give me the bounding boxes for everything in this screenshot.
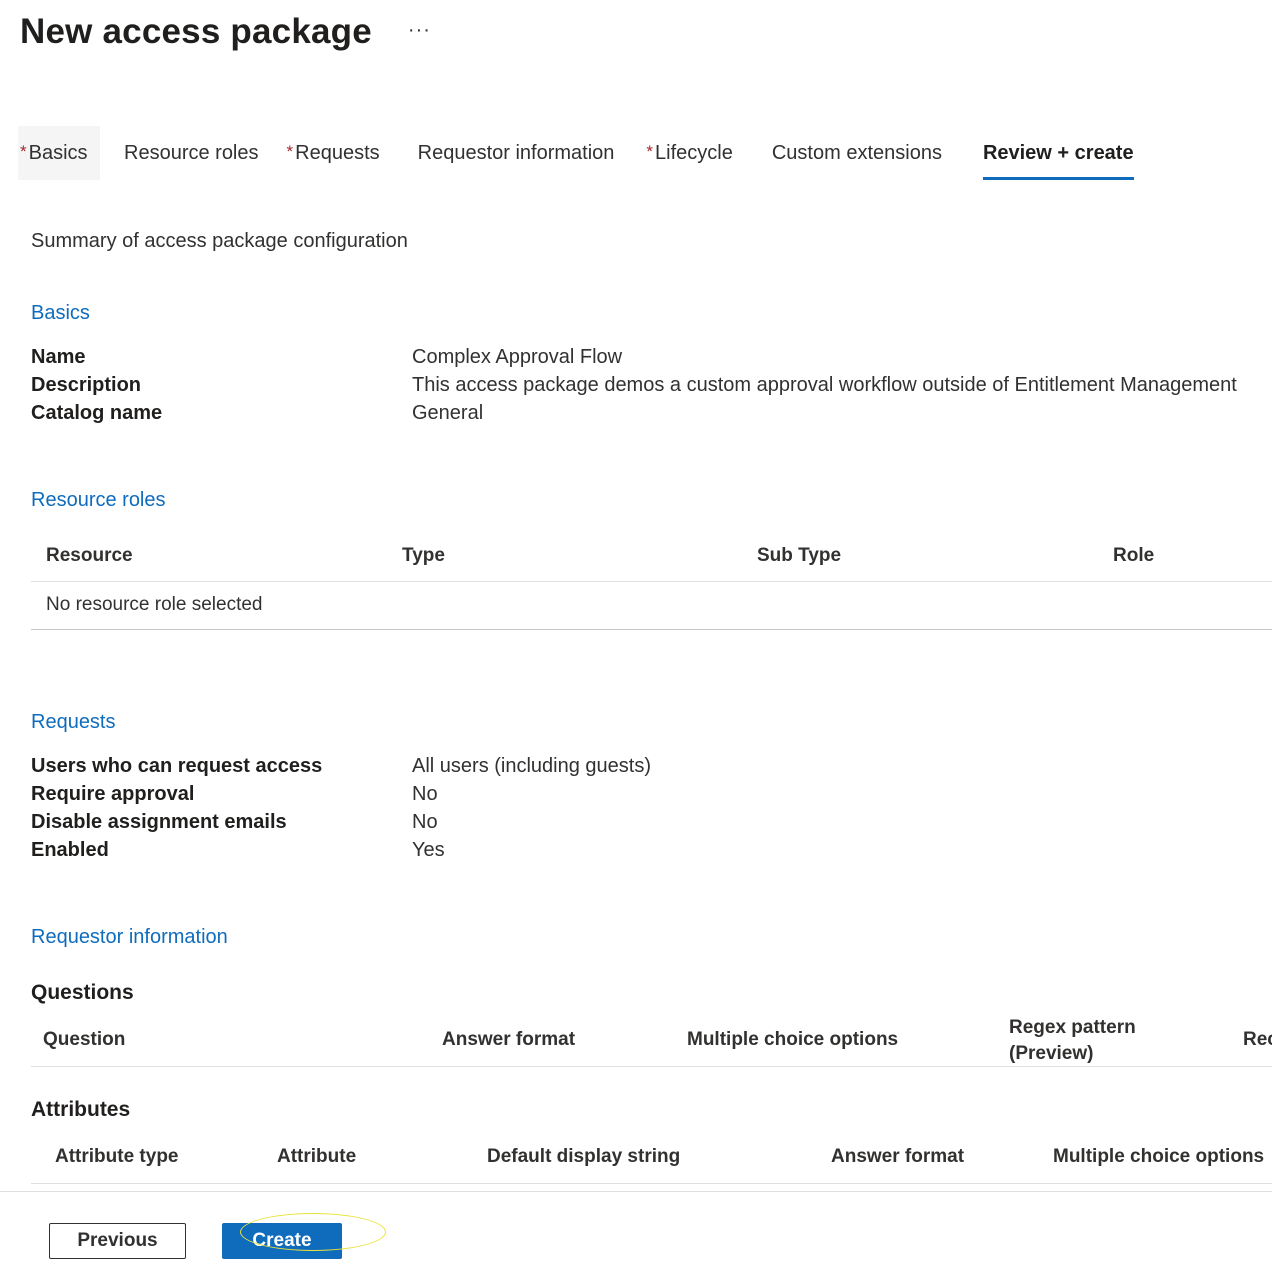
tab-requestor-information[interactable]: Requestor information [418, 126, 615, 180]
tab-label: Basics [28, 142, 88, 164]
page-header: New access package ··· [20, 12, 431, 52]
tab-lifecycle[interactable]: * Lifecycle [646, 126, 732, 180]
required-marker: * [646, 142, 654, 161]
tab-basics[interactable]: * Basics [18, 126, 100, 180]
section-title-requests: Requests [31, 711, 116, 733]
column-header[interactable]: Resource [46, 545, 133, 567]
column-header[interactable]: Attribute type [55, 1146, 179, 1168]
summary-text: Summary of access package configuration [31, 230, 408, 252]
detail-value: General [412, 401, 484, 424]
detail-key: Description [31, 373, 142, 396]
detail-value: No [412, 810, 438, 833]
page-title: New access package [20, 12, 372, 51]
detail-value: All users (including guests) [412, 754, 651, 777]
column-header[interactable]: Sub Type [757, 545, 841, 567]
detail-row: Enabled Yes [31, 836, 651, 864]
tab-label: Review + create [982, 142, 1134, 164]
tab-label: Requestor information [417, 142, 615, 164]
detail-row: Name Complex Approval Flow [31, 343, 1237, 371]
tab-resource-roles[interactable]: Resource roles [124, 126, 259, 180]
section-title-basics: Basics [31, 302, 90, 324]
column-header[interactable]: Role [1113, 545, 1154, 567]
tab-label: Lifecycle [655, 142, 733, 164]
column-header[interactable]: Default display string [487, 1146, 680, 1168]
detail-value: Complex Approval Flow [412, 345, 623, 368]
detail-row: Disable assignment emails No [31, 808, 651, 836]
column-header[interactable]: Multiple choice options [687, 1029, 898, 1051]
detail-value: This access package demos a custom appro… [412, 373, 1237, 396]
section-title-requestor-information: Requestor information [31, 926, 228, 948]
detail-key: Catalog name [31, 401, 163, 424]
tab-label: Requests [295, 142, 380, 164]
detail-value: No [412, 782, 438, 805]
detail-key: Require approval [31, 782, 195, 805]
tab-label: Resource roles [124, 142, 259, 164]
detail-key: Users who can request access [31, 754, 323, 777]
column-header[interactable]: Type [402, 545, 445, 567]
column-header[interactable]: Rec [1243, 1029, 1272, 1051]
empty-message: No resource role selected [46, 594, 263, 615]
column-header[interactable]: Attribute [277, 1146, 356, 1168]
detail-row: Catalog name General [31, 399, 1237, 427]
tab-label: Custom extensions [771, 142, 942, 164]
detail-row: Description This access package demos a … [31, 371, 1237, 399]
section-title-resource-roles: Resource roles [31, 489, 166, 511]
detail-row: Users who can request access All users (… [31, 752, 651, 780]
detail-key: Name [31, 345, 86, 368]
previous-button[interactable]: Previous [49, 1223, 186, 1259]
detail-value: Yes [412, 838, 445, 861]
detail-key: Enabled [31, 838, 109, 861]
attributes-header: Attribute type Attribute Default display… [31, 1133, 1272, 1184]
resource-roles-header: Resource Type Sub Type Role [31, 532, 1272, 582]
more-options-icon[interactable]: ··· [408, 19, 431, 42]
create-button[interactable]: Create [222, 1223, 342, 1259]
column-header[interactable]: Multiple choice options [1053, 1146, 1264, 1168]
basics-details: Name Complex Approval Flow Description T… [31, 343, 1237, 427]
table-row: No resource role selected [31, 582, 1272, 630]
attributes-heading: Attributes [31, 1098, 131, 1121]
column-header-suffix: (Preview) [1009, 1043, 1094, 1064]
questions-header: Question Answer format Multiple choice o… [31, 1014, 1272, 1067]
column-header[interactable]: Answer format [442, 1029, 575, 1051]
column-header[interactable]: Question [43, 1029, 125, 1051]
footer-bar: Previous Create [0, 1191, 1272, 1277]
required-marker: * [286, 142, 294, 161]
required-marker: * [20, 142, 27, 161]
tab-requests[interactable]: * Requests [287, 126, 380, 180]
tab-review-create[interactable]: Review + create [982, 126, 1134, 180]
detail-key: Disable assignment emails [31, 810, 287, 833]
requests-details: Users who can request access All users (… [31, 752, 651, 864]
column-header[interactable]: Regex pattern [1009, 1017, 1136, 1039]
wizard-tabs: * Basics Resource roles * Requests Reque… [18, 126, 1134, 180]
questions-heading: Questions [31, 981, 134, 1004]
detail-row: Require approval No [31, 780, 651, 808]
column-header[interactable]: Answer format [831, 1146, 964, 1168]
tab-custom-extensions[interactable]: Custom extensions [772, 126, 942, 180]
